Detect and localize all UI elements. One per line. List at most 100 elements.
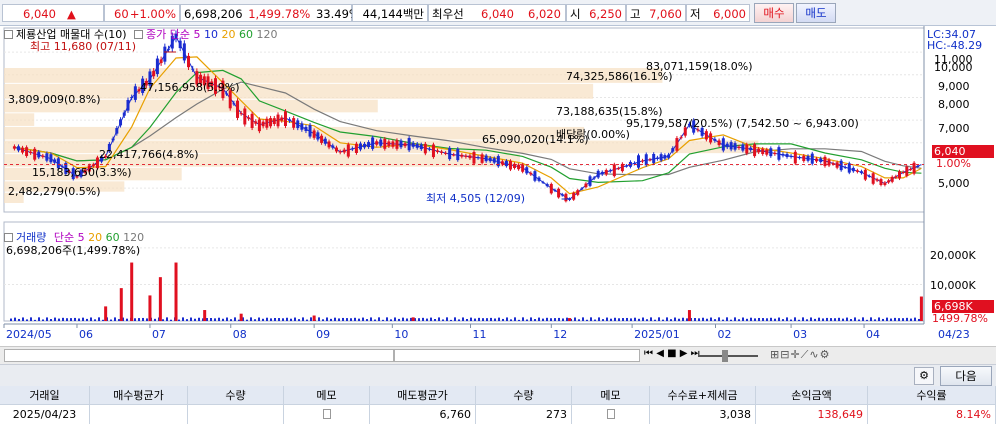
scroll-thumb[interactable]	[394, 349, 640, 362]
volume-bar	[22, 317, 24, 321]
candle-body	[652, 153, 656, 163]
volume-bar	[678, 318, 680, 321]
volume-bar	[90, 317, 92, 321]
volume-bar	[422, 317, 424, 321]
volume-bar	[574, 317, 576, 321]
volume-bar	[562, 318, 564, 321]
scroll-track[interactable]	[4, 349, 394, 362]
candle-body	[354, 143, 358, 154]
candle-body	[572, 192, 576, 200]
volume-bar	[866, 319, 868, 321]
volume-spike-bar	[411, 317, 415, 321]
volume-spike-bar	[174, 262, 178, 321]
scroll-last-icon[interactable]: ⏭	[691, 348, 700, 359]
volume-bar	[542, 318, 544, 321]
settings-icon[interactable]: ⚙	[820, 348, 831, 361]
zoom-slider-handle[interactable]	[722, 350, 728, 362]
wave-icon[interactable]: ∿	[809, 348, 819, 361]
candle-body	[399, 140, 403, 148]
volume-bar	[30, 317, 32, 321]
volume-bar	[802, 317, 804, 321]
volume-bar	[118, 319, 120, 321]
volume-bar	[766, 318, 768, 321]
volume-bar	[454, 317, 456, 321]
volume-bar	[598, 317, 600, 321]
volume-bar	[786, 317, 788, 321]
chart-tool-icons: ⊞⊟✛⟋∿⚙	[770, 348, 830, 362]
buy-button[interactable]: 매수	[754, 3, 794, 23]
volume-bar	[518, 319, 520, 321]
ma-checkbox-icon[interactable]	[134, 30, 144, 39]
volume-bar	[686, 318, 688, 321]
zoom-slider[interactable]	[698, 355, 758, 357]
candle-body	[905, 166, 909, 176]
current-pct-tag: 1.00%	[936, 157, 971, 170]
candle-body	[745, 144, 749, 154]
volume-bar	[862, 317, 864, 321]
best-bid: 6,020	[528, 7, 561, 21]
candle-body	[25, 147, 29, 156]
open-label: 시	[570, 7, 581, 21]
chart-canvas[interactable]	[0, 26, 996, 346]
candle-body	[557, 188, 561, 198]
candle-body	[257, 119, 261, 132]
candle-body	[37, 151, 41, 158]
stock-chart[interactable]: 제룡산업 매물대 수(10) 종가 단순 5 10 20 60 120 최고 1…	[0, 26, 996, 341]
zoom-in-icon[interactable]: ⊞	[770, 348, 780, 361]
candle-body	[363, 143, 367, 148]
volume-bar	[66, 318, 68, 321]
candle-body	[292, 118, 296, 128]
candle-body	[395, 140, 399, 149]
scroll-next-icon[interactable]: ▶	[680, 348, 688, 359]
cell-buy-memo[interactable]	[284, 405, 370, 424]
volume-bar	[306, 319, 308, 321]
volume-bar	[110, 319, 112, 321]
volume-bar	[746, 318, 748, 321]
ma-10: 10	[204, 28, 219, 41]
candle-body	[243, 108, 247, 125]
zoom-out-icon[interactable]: ⊟	[780, 348, 790, 361]
candle-body	[500, 161, 504, 165]
candle-body	[525, 167, 529, 174]
volume-bar	[298, 319, 300, 321]
candle-body	[232, 103, 236, 105]
y-tick-10000: 10,000	[934, 61, 973, 74]
candle-body	[632, 162, 636, 164]
volume-bar	[882, 318, 884, 321]
candle-body	[859, 171, 863, 174]
stop-icon[interactable]: ■	[667, 348, 676, 359]
candle-body	[916, 165, 920, 167]
scroll-first-icon[interactable]: ⏮	[644, 348, 653, 359]
volume-checkbox-icon[interactable]	[4, 233, 13, 242]
col-pnl: 손익금액	[756, 386, 868, 405]
candle-body	[130, 97, 134, 99]
cell-sell-memo[interactable]	[572, 405, 650, 424]
candle-body	[387, 141, 391, 147]
volume-bar	[790, 319, 792, 321]
candle-body	[152, 70, 156, 77]
candle-body	[890, 176, 894, 182]
candle-body	[460, 154, 464, 157]
candle-body	[908, 169, 912, 171]
volume-spike-bar	[158, 277, 162, 321]
volume-bar	[482, 318, 484, 321]
volume-bar	[650, 317, 652, 321]
memo-icon[interactable]	[606, 409, 615, 419]
candle-body	[358, 143, 362, 150]
app-window: 6,040 ▲ 60 +1.00% 6,698,206 1,499.78% 33…	[0, 0, 996, 424]
candle-body	[280, 117, 284, 121]
memo-icon[interactable]	[322, 409, 331, 419]
scroll-prev-icon[interactable]: ◀	[656, 348, 664, 359]
volume-bar	[270, 318, 272, 321]
candle-body	[346, 144, 350, 157]
legend-checkbox-icon[interactable]	[4, 30, 13, 39]
next-button[interactable]: 다음	[940, 366, 992, 386]
candle-body	[427, 148, 431, 150]
crosshair-icon[interactable]: ✛	[790, 348, 800, 361]
volume-bar	[310, 317, 312, 321]
grid-settings-icon[interactable]: ⚙	[914, 367, 934, 385]
volume-bar	[606, 317, 608, 321]
sell-button[interactable]: 매도	[796, 3, 836, 23]
candle-body	[276, 114, 280, 127]
volume-spike-bar	[148, 295, 152, 321]
